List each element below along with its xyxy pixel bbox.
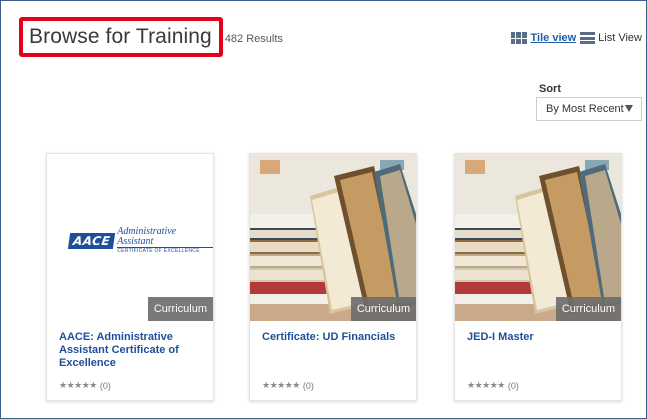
rating-count: (0) (507, 380, 519, 391)
training-card[interactable]: Curriculum Certificate: UD Financials ★★… (249, 153, 417, 401)
aace-logo-mark: AACE (67, 232, 116, 249)
card-thumbnail: Curriculum (250, 154, 416, 321)
rating-count: (0) (99, 380, 111, 391)
view-switcher: Tile view List View (510, 32, 642, 44)
training-card[interactable]: AACE Administrative Assistant CERTIFICAT… (46, 153, 214, 401)
card-title[interactable]: JED-I Master (467, 331, 615, 344)
card-type-badge: Curriculum (147, 297, 213, 321)
page-title: Browse for Training (29, 24, 212, 48)
rating-count: (0) (302, 380, 314, 391)
browse-page: Browse for Training 482 Results Tile vie… (0, 0, 647, 419)
sort-dropdown[interactable]: By Most Recent (536, 97, 642, 121)
sort-label: Sort (539, 83, 561, 95)
star-rating-icon: ★★★★★ (467, 380, 505, 390)
books-image (250, 154, 416, 321)
card-title[interactable]: Certificate: UD Financials (262, 331, 410, 344)
page-header: Browse for Training 482 Results (19, 17, 283, 57)
title-highlight-box: Browse for Training (19, 17, 223, 57)
sort-caret-icon (625, 105, 633, 112)
card-rating: ★★★★★ (0) (262, 380, 314, 391)
card-thumbnail: AACE Administrative Assistant CERTIFICAT… (47, 154, 213, 321)
list-view-icon[interactable] (580, 32, 596, 44)
results-count: 482 Results (224, 33, 283, 45)
star-rating-icon: ★★★★★ (262, 380, 300, 390)
card-title[interactable]: AACE: Administrative Assistant Certifica… (59, 331, 207, 370)
aace-logo: AACE Administrative Assistant CERTIFICAT… (67, 226, 213, 254)
aace-logo-line1: Administrative Assistant (117, 226, 177, 247)
star-rating-icon: ★★★★★ (59, 380, 97, 390)
card-type-badge: Curriculum (350, 297, 416, 321)
card-thumbnail: Curriculum (455, 154, 621, 321)
aace-logo-line2: CERTIFICATE OF EXCELLENCE (117, 247, 213, 254)
books-image (455, 154, 621, 321)
card-type-badge: Curriculum (555, 297, 621, 321)
tile-view-link[interactable]: Tile view (531, 32, 577, 44)
training-card[interactable]: Curriculum JED-I Master ★★★★★ (0) (454, 153, 622, 401)
grid-view-icon[interactable] (510, 32, 527, 44)
sort-selected-value: By Most Recent (546, 103, 624, 115)
card-rating: ★★★★★ (0) (59, 380, 111, 391)
card-rating: ★★★★★ (0) (467, 380, 519, 391)
list-view-link[interactable]: List View (598, 32, 642, 44)
